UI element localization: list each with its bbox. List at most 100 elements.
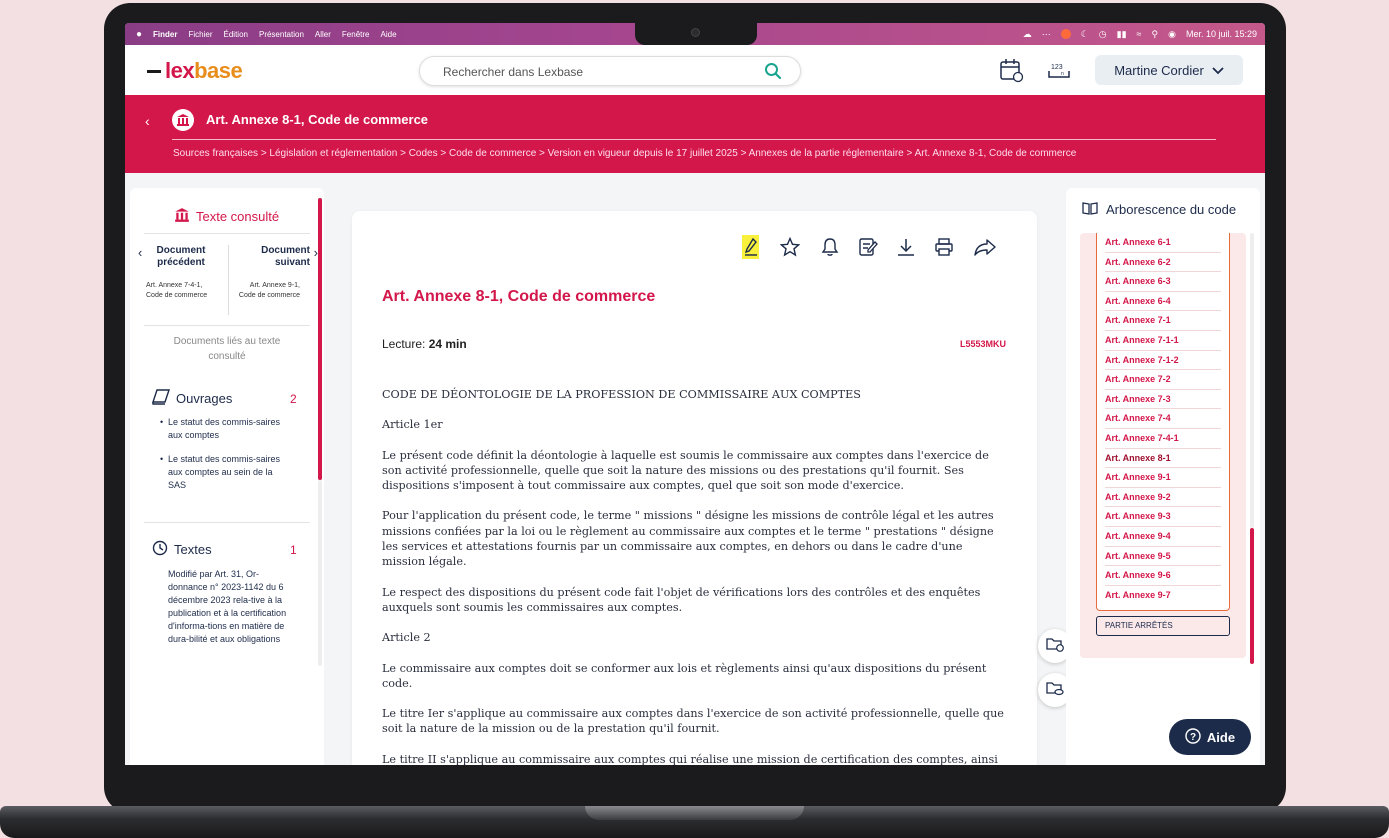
tree-item[interactable]: Art. Annexe 9-2 <box>1105 488 1221 508</box>
menu-aide[interactable]: Aide <box>381 30 397 39</box>
menubar-clock[interactable]: Mer. 10 juil. 15:29 <box>1186 29 1257 39</box>
tree-item[interactable]: Art. Annexe 9-5 <box>1105 547 1221 567</box>
app-header: lexbase Rechercher dans Lexbase 123 n Mar… <box>125 45 1265 95</box>
lexbase-logo[interactable]: lexbase <box>147 58 243 84</box>
wifi-icon[interactable]: ≈ <box>1137 29 1142 39</box>
menu-fichier[interactable]: Fichier <box>189 30 213 39</box>
tree-item-active[interactable]: Art. Annexe 8-1 <box>1105 449 1221 469</box>
note-icon[interactable] <box>856 235 880 259</box>
divider <box>144 522 310 523</box>
tree-item[interactable]: Art. Annexe 9-3 <box>1105 507 1221 527</box>
tree-scrollbar[interactable] <box>1250 528 1254 664</box>
numbers-icon[interactable]: 123 n <box>1046 57 1072 83</box>
left-panel: Texte consulté ‹ Document précédent Docu… <box>130 188 324 765</box>
divider <box>144 233 310 234</box>
svg-text:?: ? <box>1190 732 1196 743</box>
apple-icon[interactable]: ● <box>136 29 142 40</box>
help-label: Aide <box>1206 729 1236 745</box>
ouvrages-label: Ouvrages <box>176 391 233 406</box>
banner-divider <box>172 139 1216 140</box>
document-navigation: ‹ Document précédent Document suivant › … <box>138 235 318 325</box>
texte-consulte-heading: Texte consulté <box>174 207 279 226</box>
record-icon[interactable] <box>1060 29 1071 39</box>
calendar-icon[interactable] <box>998 57 1024 83</box>
doc-paragraph: Le titre Ier s'applique au commissaire a… <box>382 707 1004 736</box>
tree-item[interactable]: Art. Annexe 7-1-2 <box>1105 351 1221 371</box>
print-icon[interactable] <box>932 235 956 259</box>
article-heading: Article 1er <box>382 418 443 432</box>
tree-item[interactable]: Art. Annexe 7-4-1 <box>1105 429 1221 449</box>
tree-item[interactable]: Art. Annexe 9-6 <box>1105 566 1221 586</box>
tree-item[interactable]: Art. Annexe 7-2 <box>1105 370 1221 390</box>
tree-item[interactable]: Art. Annexe 9-7 <box>1105 586 1221 606</box>
left-scrolltrack <box>318 480 322 666</box>
chevron-right-icon[interactable]: › <box>314 245 318 260</box>
book-icon <box>152 389 170 408</box>
page-title: Art. Annexe 8-1, Code de commerce <box>206 112 429 127</box>
next-document-button[interactable]: Document suivant <box>236 245 310 269</box>
menu-presentation[interactable]: Présentation <box>259 30 304 39</box>
share-icon[interactable] <box>972 235 998 259</box>
institution-icon <box>174 207 190 226</box>
textes-heading[interactable]: Textes <box>152 540 212 559</box>
ouvrage-item[interactable]: Le statut des commis-saires aux comptes … <box>160 453 288 492</box>
previous-document-ref[interactable]: Art. Annexe 7-4-1, Code de commerce <box>146 281 210 301</box>
left-scrollbar[interactable] <box>318 198 322 480</box>
title-banner: ‹ Art. Annexe 8-1, Code de commerce Sour… <box>125 95 1265 173</box>
tree-item[interactable]: Art. Annexe 7-3 <box>1105 390 1221 410</box>
chevron-down-icon <box>1212 63 1224 78</box>
search-icon[interactable]: ⚲ <box>1152 29 1159 40</box>
user-menu[interactable]: Martine Cordier <box>1095 55 1243 85</box>
tree-scrolltrack <box>1250 233 1254 528</box>
highlight-pen-icon[interactable] <box>742 235 759 259</box>
tree-item[interactable]: Art. Annexe 6-4 <box>1105 292 1221 312</box>
ouvrages-heading[interactable]: Ouvrages <box>152 389 232 408</box>
doc-paragraph: Pour l'application du présent code, le t… <box>382 509 994 569</box>
dots-icon[interactable]: ⋯ <box>1042 29 1051 40</box>
user-name: Martine Cordier <box>1114 62 1204 78</box>
textes-count: 1 <box>290 543 297 557</box>
tree-item[interactable]: Art. Annexe 7-1-1 <box>1105 331 1221 351</box>
reading-time-value: 24 min <box>428 337 467 351</box>
previous-document-button[interactable]: Document précédent <box>146 245 216 269</box>
menu-finder[interactable]: Finder <box>153 30 177 39</box>
menu-edition[interactable]: Édition <box>224 30 248 39</box>
tree-item[interactable]: Art. Annexe 6-1 <box>1105 233 1221 253</box>
moon-icon[interactable]: ☾ <box>1081 29 1089 40</box>
help-button[interactable]: ? Aide <box>1169 719 1251 755</box>
svg-text:n: n <box>1061 71 1064 77</box>
chevron-left-icon[interactable]: ‹ <box>138 245 142 260</box>
tree-item[interactable]: Art. Annexe 9-4 <box>1105 527 1221 547</box>
camera-notch <box>635 23 757 45</box>
screen: ● Finder Fichier Édition Présentation Al… <box>125 23 1265 765</box>
menu-fenetre[interactable]: Fenêtre <box>342 30 370 39</box>
tree-item[interactable]: Art. Annexe 7-4 <box>1105 409 1221 429</box>
menu-aller[interactable]: Aller <box>315 30 331 39</box>
folder-eye-icon <box>1046 680 1064 701</box>
tree-item[interactable]: Art. Annexe 9-1 <box>1105 468 1221 488</box>
battery-icon[interactable]: ▮▮ <box>1117 29 1127 40</box>
search-icon[interactable] <box>764 62 782 85</box>
document-body: CODE DE DÉONTOLOGIE DE LA PROFESSION DE … <box>382 387 1007 765</box>
star-icon[interactable] <box>778 235 802 259</box>
back-chevron-icon[interactable]: ‹ <box>145 113 150 129</box>
search-input[interactable]: Rechercher dans Lexbase <box>419 56 801 86</box>
siri-icon[interactable]: ◉ <box>1168 29 1176 40</box>
textes-label: Textes <box>174 542 212 557</box>
download-icon[interactable] <box>894 235 918 259</box>
doc-paragraph: Le respect des dispositions du présent c… <box>382 585 981 614</box>
texte-item[interactable]: Modifié par Art. 31, Or-donnance n° 2023… <box>168 568 288 665</box>
cloud-icon[interactable]: ☁ <box>1023 29 1032 40</box>
tree-item[interactable]: Art. Annexe 7-1 <box>1105 311 1221 331</box>
code-tree: Art. Annexe 6-1 Art. Annexe 6-2 Art. Ann… <box>1080 233 1246 658</box>
ouvrage-item[interactable]: Le statut des commis-saires aux comptes <box>160 416 288 442</box>
breadcrumb[interactable]: Sources françaises > Législation et régl… <box>173 148 1076 159</box>
doc-paragraph: Le présent code définit la déontologie à… <box>382 448 989 493</box>
tree-item[interactable]: Art. Annexe 6-2 <box>1105 253 1221 273</box>
open-book-icon <box>1082 201 1098 218</box>
bell-icon[interactable] <box>818 235 842 259</box>
tree-item[interactable]: Art. Annexe 6-3 <box>1105 272 1221 292</box>
next-document-ref[interactable]: Art. Annexe 9-1, Code de commerce <box>234 281 300 301</box>
tree-partie-arretes[interactable]: PARTIE ARRÊTÉS <box>1096 616 1230 636</box>
clock-icon[interactable]: ◷ <box>1099 29 1107 40</box>
